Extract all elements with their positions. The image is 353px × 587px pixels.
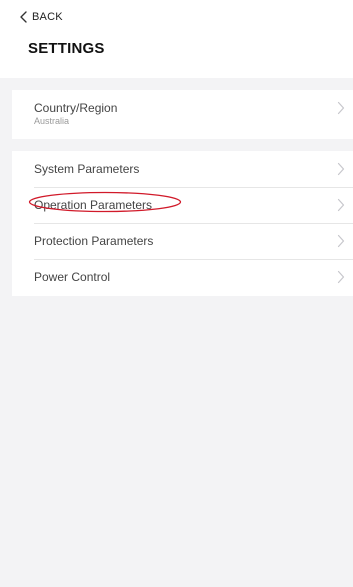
- row-value: Australia: [34, 116, 70, 126]
- row-label: Protection Parameters: [34, 234, 154, 248]
- page-title: SETTINGS: [28, 40, 105, 57]
- chevron-left-icon: [18, 10, 30, 24]
- back-button[interactable]: BACK: [18, 8, 63, 26]
- chevron-right-icon: [337, 270, 345, 284]
- settings-row-power-control[interactable]: Power Control: [12, 259, 353, 295]
- chevron-right-icon: [337, 162, 345, 176]
- row-label: Country/Region: [34, 101, 118, 115]
- settings-group-parameters: System Parameters Operation Parameters P…: [12, 151, 353, 296]
- chevron-right-icon: [337, 101, 345, 115]
- chevron-right-icon: [337, 234, 345, 248]
- settings-row-country-region[interactable]: Country/Region Australia: [12, 90, 353, 139]
- row-label: Power Control: [34, 270, 111, 284]
- row-label: System Parameters: [34, 162, 140, 176]
- row-label: Operation Parameters: [34, 198, 153, 212]
- settings-group-region: Country/Region Australia: [12, 90, 353, 139]
- settings-row-operation-parameters[interactable]: Operation Parameters: [12, 187, 353, 223]
- back-label: BACK: [32, 11, 63, 23]
- settings-row-system-parameters[interactable]: System Parameters: [12, 151, 353, 187]
- settings-row-protection-parameters[interactable]: Protection Parameters: [12, 223, 353, 259]
- chevron-right-icon: [337, 198, 345, 212]
- top-bar: BACK SETTINGS: [0, 0, 353, 78]
